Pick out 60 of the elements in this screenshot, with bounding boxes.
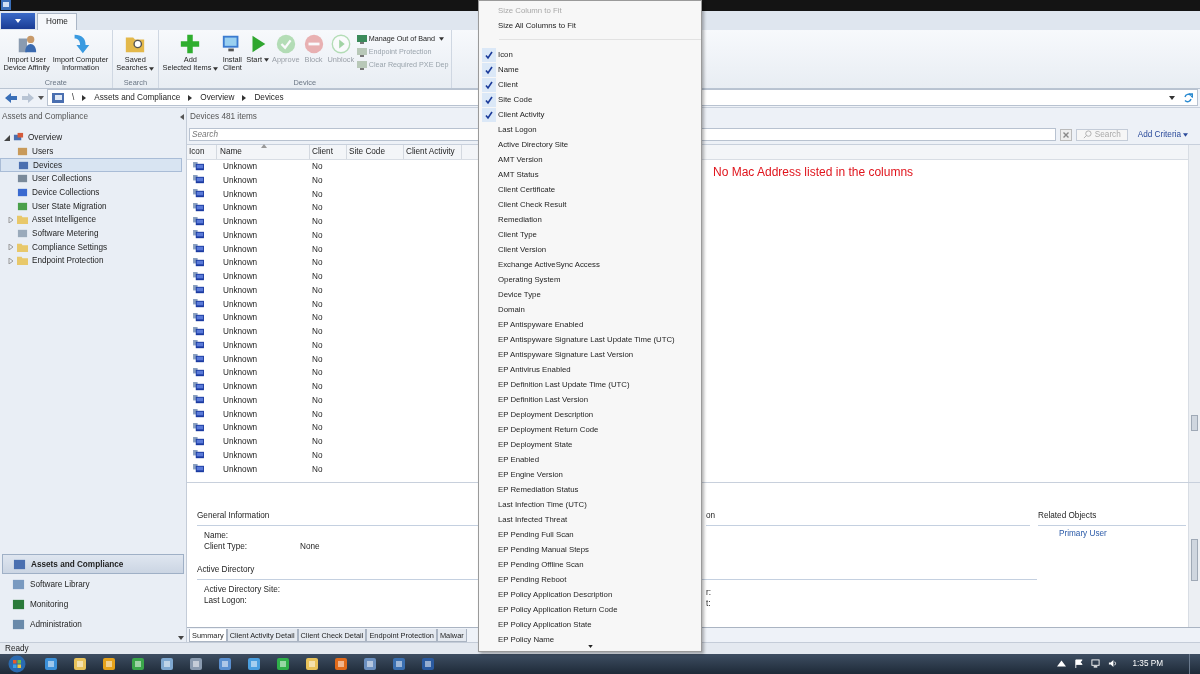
field-label: Name: (204, 530, 230, 542)
table-cell-text: Unknown (222, 313, 259, 323)
table-cell-text: Unknown (222, 175, 259, 185)
table-cell-text: No (311, 395, 324, 405)
field-value: None (300, 542, 320, 554)
table-cell-text: No (311, 189, 324, 199)
table-cell-text: No (311, 437, 324, 447)
table-cell-text: Unknown (222, 354, 259, 364)
table-cell-text: Unknown (222, 203, 259, 213)
field-label: Last Logon: (204, 596, 248, 608)
table-cell-text: No (311, 299, 324, 309)
table-cell-text: No (311, 175, 324, 185)
table-cell-text: Unknown (222, 272, 259, 282)
section-heading: Related Objects (1038, 510, 1186, 526)
table-cell-text: No (311, 258, 324, 268)
section-heading: on (706, 510, 1030, 526)
table-cell-text: No (311, 313, 324, 323)
annotation-text: No Mac Address listed in the columns (713, 164, 914, 179)
table-cell-text: No (311, 450, 324, 460)
table-cell-text: No (311, 272, 324, 282)
pane-title: Assets and Compliance (2, 112, 88, 122)
table-cell-text: No (311, 244, 324, 254)
table-cell-text: No (311, 382, 324, 392)
table-cell-text: No (311, 162, 324, 172)
field-label: Active Directory Site: (204, 584, 281, 596)
table-cell-text: Unknown (222, 244, 259, 254)
table-cell-text: No (311, 464, 324, 474)
table-cell-text: No (311, 285, 324, 295)
table-cell-text: No (311, 203, 324, 213)
table-cell-text: No (311, 423, 324, 433)
table-cell-text: Unknown (222, 162, 259, 172)
field-label: t: (706, 599, 712, 611)
clock: 1:35 PM (1132, 659, 1163, 669)
table-cell-text: No (311, 327, 324, 337)
field-label: Client Type: (204, 542, 249, 554)
table-cell-text: No (311, 409, 324, 419)
table-cell-text: Unknown (222, 258, 259, 268)
table-cell-text: Unknown (222, 285, 259, 295)
table-cell-text: No (311, 354, 324, 364)
table-cell-text: Unknown (222, 189, 259, 199)
list-title: Devices 481 items (190, 112, 257, 122)
table-cell-text: Unknown (222, 327, 259, 337)
table-cell-text: Unknown (222, 437, 259, 447)
table-cell-text: No (311, 230, 324, 240)
table-cell-text: Unknown (222, 230, 259, 240)
table-cell-text: Unknown (222, 368, 259, 378)
table-cell-text: Unknown (222, 340, 259, 350)
table-cell-text: Unknown (222, 450, 259, 460)
table-cell-text: Unknown (222, 382, 259, 392)
field-label: r: (706, 587, 712, 599)
table-cell-text: Unknown (222, 217, 259, 227)
table-cell-text: No (311, 217, 324, 227)
table-cell-text: Unknown (222, 423, 259, 433)
status-text: Ready (5, 644, 29, 653)
table-cell-text: Unknown (222, 299, 259, 309)
table-cell-text: Unknown (222, 409, 259, 419)
table-cell-text: No (311, 340, 324, 350)
table-cell-text: Unknown (222, 464, 259, 474)
table-cell-text: No (311, 368, 324, 378)
table-cell-text: Unknown (222, 395, 259, 405)
